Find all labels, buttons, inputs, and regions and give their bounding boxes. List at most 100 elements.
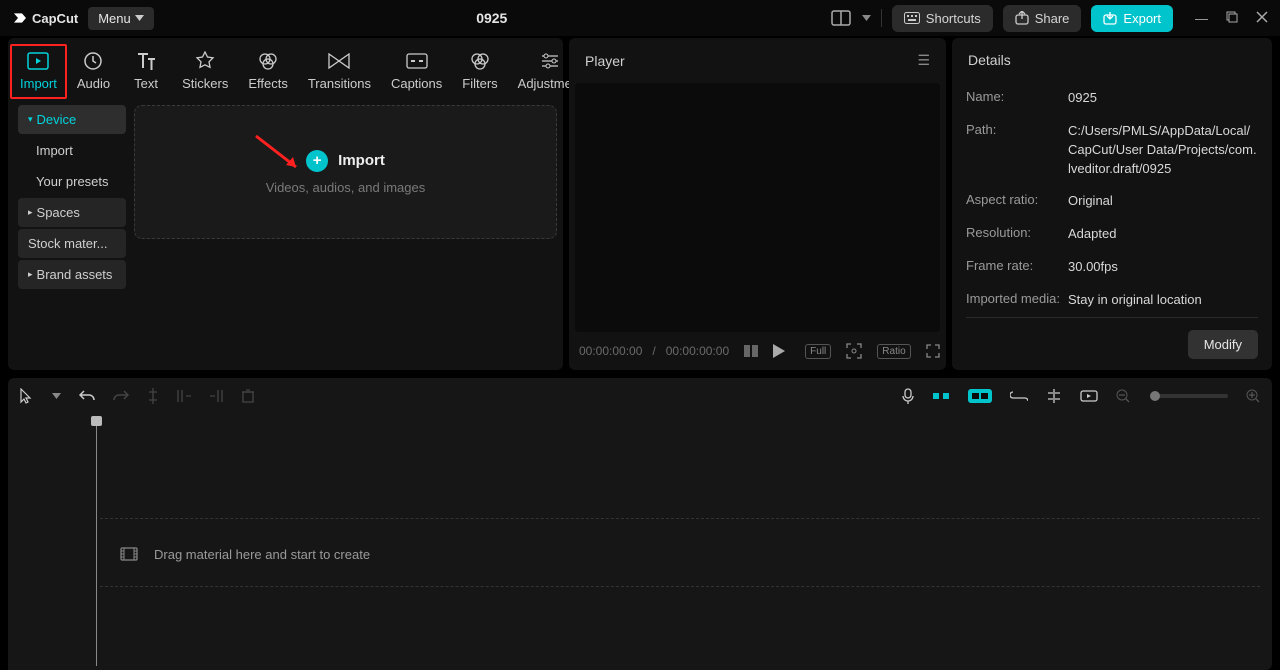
adjustment-icon xyxy=(539,50,561,72)
import-button[interactable]: + Import xyxy=(306,150,385,172)
plus-icon: + xyxy=(306,150,328,172)
chevron-down-icon[interactable] xyxy=(52,393,61,399)
mic-icon[interactable] xyxy=(902,388,914,404)
preview-icon[interactable] xyxy=(1080,390,1098,402)
sidebar-item-spaces[interactable]: ▸Spaces xyxy=(18,198,126,227)
focus-icon[interactable] xyxy=(841,340,867,362)
filters-icon xyxy=(469,50,491,72)
detail-row-imported: Imported media: Stay in original locatio… xyxy=(966,284,1258,317)
share-icon xyxy=(1015,11,1029,25)
player-viewport[interactable] xyxy=(575,83,940,332)
align-icon[interactable] xyxy=(1046,389,1062,403)
chevron-down-icon[interactable] xyxy=(862,15,871,21)
details-title: Details xyxy=(966,38,1258,82)
keyboard-icon xyxy=(904,12,920,24)
export-icon xyxy=(1103,11,1117,25)
window-controls: — xyxy=(1195,11,1268,26)
trim-left-icon[interactable] xyxy=(177,389,191,403)
audio-icon xyxy=(82,50,104,72)
import-icon xyxy=(27,50,49,72)
capcut-logo-icon xyxy=(12,10,28,26)
divider xyxy=(881,9,882,27)
sidebar-item-import[interactable]: Import xyxy=(18,136,126,165)
detail-row-name: Name: 0925 xyxy=(966,82,1258,115)
import-subtitle: Videos, audios, and images xyxy=(266,180,425,195)
playhead[interactable] xyxy=(96,416,97,666)
magnet-icon[interactable] xyxy=(932,390,950,402)
import-dropzone[interactable]: + Import Videos, audios, and images xyxy=(134,105,557,239)
project-title: 0925 xyxy=(164,10,820,26)
share-button[interactable]: Share xyxy=(1003,5,1082,32)
zoom-out-icon[interactable] xyxy=(1116,389,1130,403)
trim-right-icon[interactable] xyxy=(209,389,223,403)
link-icon[interactable] xyxy=(1010,391,1028,401)
tab-transitions[interactable]: Transitions xyxy=(298,44,381,99)
main-area: Import Audio Text Stickers Effects Trans… xyxy=(0,36,1280,370)
detail-row-aspect: Aspect ratio: Original xyxy=(966,185,1258,218)
player-controls: 00:00:00:00 / 00:00:00:00 Full Ratio xyxy=(569,332,946,370)
timeline-gutter xyxy=(8,414,50,670)
zoom-in-icon[interactable] xyxy=(1246,389,1260,403)
media-body: ▾Device Import Your presets ▸Spaces Stoc… xyxy=(8,99,563,370)
captions-icon xyxy=(406,50,428,72)
split-icon[interactable] xyxy=(147,388,159,404)
stickers-icon xyxy=(194,50,216,72)
tab-effects[interactable]: Effects xyxy=(238,44,298,99)
tab-captions[interactable]: Captions xyxy=(381,44,452,99)
sidebar-item-brand[interactable]: ▸Brand assets xyxy=(18,260,126,289)
redo-icon[interactable] xyxy=(113,389,129,403)
film-icon xyxy=(120,547,138,561)
fullscreen-icon[interactable] xyxy=(921,341,945,361)
menu-button[interactable]: Menu xyxy=(88,7,154,30)
effects-icon xyxy=(257,50,279,72)
tab-audio[interactable]: Audio xyxy=(67,44,120,99)
media-sidebar: ▾Device Import Your presets ▸Spaces Stoc… xyxy=(18,105,126,364)
tab-text[interactable]: Text xyxy=(120,44,172,99)
chevron-down-icon xyxy=(135,15,144,21)
detail-row-resolution: Resolution: Adapted xyxy=(966,218,1258,251)
minimize-button[interactable]: — xyxy=(1195,11,1208,26)
layout-icon[interactable] xyxy=(830,9,852,27)
import-area: + Import Videos, audios, and images xyxy=(134,105,557,364)
timeline-hint: Drag material here and start to create xyxy=(154,547,370,562)
tab-import[interactable]: Import xyxy=(10,44,67,99)
player-panel: Player ☰ 00:00:00:00 / 00:00:00:00 Full … xyxy=(569,38,946,370)
undo-icon[interactable] xyxy=(79,389,95,403)
details-panel: Details Name: 0925 Path: C:/Users/PMLS/A… xyxy=(952,38,1272,370)
full-button[interactable]: Full xyxy=(805,344,831,359)
delete-icon[interactable] xyxy=(241,389,255,403)
transitions-icon xyxy=(328,50,350,72)
app-name: CapCut xyxy=(32,11,78,26)
compare-icon[interactable] xyxy=(739,342,763,360)
details-footer: Modify xyxy=(966,317,1258,359)
track-divider xyxy=(100,518,1260,519)
play-button[interactable] xyxy=(773,344,785,358)
media-panel: Import Audio Text Stickers Effects Trans… xyxy=(8,38,563,370)
track-divider xyxy=(100,586,1260,587)
zoom-slider[interactable] xyxy=(1150,394,1228,398)
app-logo: CapCut xyxy=(12,10,78,26)
detail-row-path: Path: C:/Users/PMLS/AppData/Local/CapCut… xyxy=(966,115,1258,186)
maximize-button[interactable] xyxy=(1226,11,1238,26)
modify-button[interactable]: Modify xyxy=(1188,330,1258,359)
tab-stickers[interactable]: Stickers xyxy=(172,44,238,99)
media-tabs: Import Audio Text Stickers Effects Trans… xyxy=(8,38,563,99)
text-icon xyxy=(135,50,157,72)
arrow-annotation-icon xyxy=(251,131,311,179)
auto-snap-icon[interactable] xyxy=(968,389,992,403)
timeline-track[interactable]: Drag material here and start to create xyxy=(100,534,1260,574)
ratio-button[interactable]: Ratio xyxy=(877,344,910,359)
close-button[interactable] xyxy=(1256,11,1268,26)
player-menu-icon[interactable]: ☰ xyxy=(917,52,930,69)
sidebar-item-presets[interactable]: Your presets xyxy=(18,167,126,196)
export-button[interactable]: Export xyxy=(1091,5,1173,32)
shortcuts-button[interactable]: Shortcuts xyxy=(892,5,993,32)
pointer-tool-icon[interactable] xyxy=(20,388,34,404)
player-header: Player ☰ xyxy=(569,38,946,83)
timeline[interactable]: Drag material here and start to create xyxy=(8,414,1272,670)
sidebar-item-stock[interactable]: Stock mater... xyxy=(18,229,126,258)
timecode-total: 00:00:00:00 xyxy=(666,344,729,358)
sidebar-item-device[interactable]: ▾Device xyxy=(18,105,126,134)
titlebar: CapCut Menu 0925 Shortcuts Share Export … xyxy=(0,0,1280,36)
tab-filters[interactable]: Filters xyxy=(452,44,507,99)
